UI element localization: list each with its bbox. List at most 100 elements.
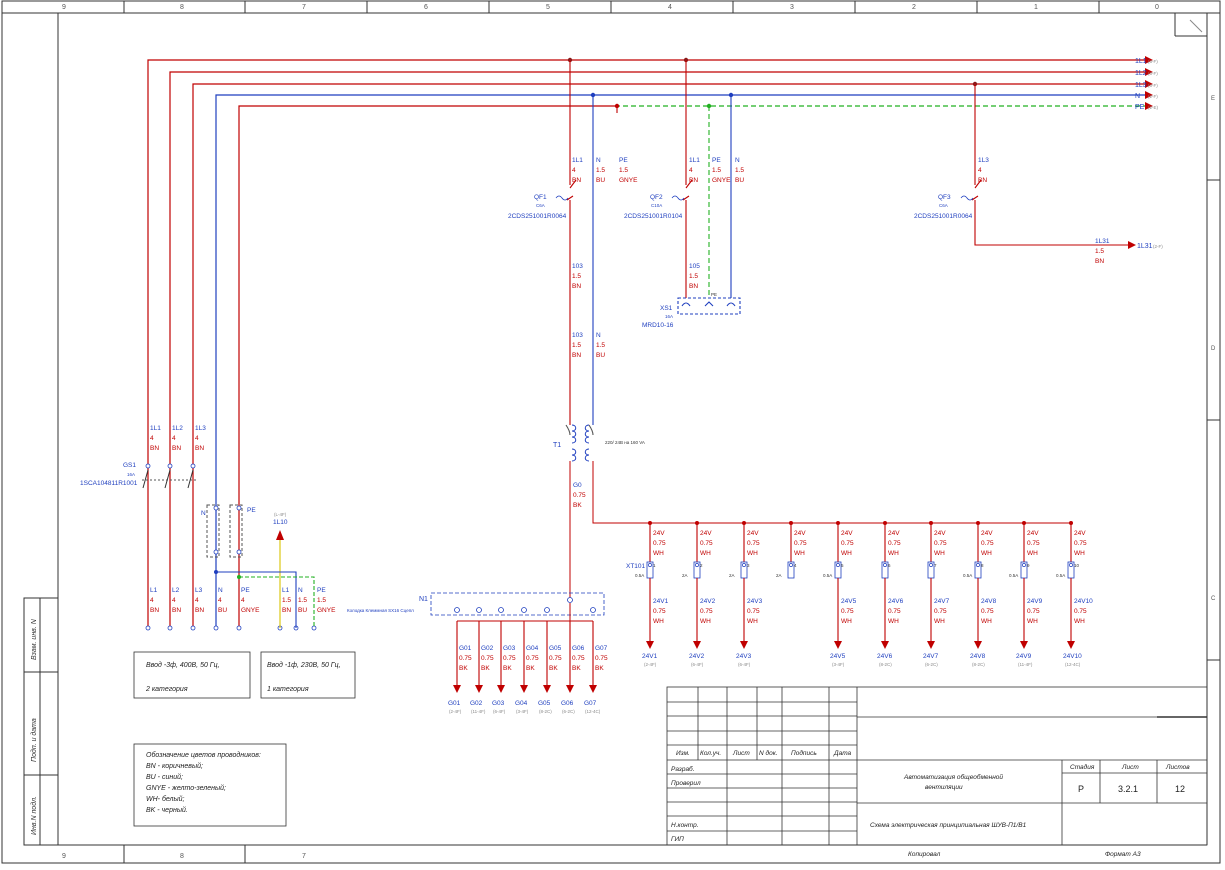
wire-label-name: N	[596, 332, 601, 339]
wire-label-color: WH	[1027, 618, 1038, 625]
tb-header: Лист	[732, 750, 750, 757]
wire-label-name: 24V3	[747, 598, 763, 605]
legend-line: BU - синий;	[146, 773, 183, 781]
v24-branch: 24V 0.75 WH 10 0.5A 24V10 0.75 WH 24V10 (12-4C)	[1056, 521, 1093, 667]
wire-label-size: 0.75	[459, 655, 472, 662]
wire-label-name: N	[218, 587, 223, 594]
output-arrow	[1067, 641, 1075, 649]
g-branch: G04 0.75 BK G04 (3-4F)	[515, 607, 539, 714]
device-rating: 16A	[665, 314, 673, 319]
legend-title: Обозначение цветов проводников:	[146, 751, 261, 759]
terminal-number: 2	[700, 563, 703, 568]
tb-role: Н.контр.	[671, 822, 699, 829]
wire-label-name: 24V8	[981, 598, 997, 605]
wire-label-size: 0.75	[1027, 608, 1040, 615]
output-ref: (8-2C)	[539, 709, 552, 714]
wire-label-size: 1.5	[317, 597, 326, 604]
output-label: 24V1	[642, 653, 658, 660]
wire-label-name: 24V	[794, 530, 806, 537]
terminal	[789, 563, 793, 567]
wire-label-size: 0.75	[1027, 540, 1040, 547]
wire-label-name: 24V	[747, 530, 759, 537]
wire-label-color: BN	[689, 283, 698, 290]
output-ref: (12-4C)	[1065, 662, 1081, 667]
drawing-frame	[1, 0, 1221, 864]
output-arrow	[927, 641, 935, 649]
wire-label-name: L1	[150, 587, 158, 594]
tb-header: Изм.	[676, 750, 690, 757]
device-rating: 16A	[127, 472, 135, 477]
wire-label-name: 1L3	[978, 157, 989, 164]
wire-label-size: 1.5	[596, 342, 605, 349]
wire-label-color: BK	[572, 665, 581, 672]
wire-label-color: BN	[978, 177, 987, 184]
fuse-rating: 0.5A	[823, 573, 832, 578]
frame-letter: C	[1211, 596, 1216, 602]
legend-line: GNYE - желто-зеленый;	[146, 784, 226, 792]
wire-label-color: WH	[1027, 550, 1038, 557]
wire-label-name: 24V	[653, 530, 665, 537]
g0-labels: G0 0.75 BK	[573, 482, 586, 509]
wire-label-color: BN	[172, 445, 181, 452]
tb-role: Разраб.	[671, 765, 695, 773]
output-arrow	[475, 685, 483, 693]
wire-label-color: BN	[572, 352, 581, 359]
wire-label-name: 24V	[981, 530, 993, 537]
wire-label-size: 4	[150, 597, 154, 604]
qf2-circuit	[677, 60, 741, 315]
device-tag: QF3	[938, 194, 951, 201]
wire-label-size: 0.75	[747, 608, 760, 615]
terminal-number: 6	[888, 563, 891, 568]
wire-label-name: G01	[459, 645, 472, 652]
wire-label-color: BN	[195, 607, 204, 614]
wire-label-color: BK	[503, 665, 512, 672]
v24-branch: 24V 0.75 WH 2 2A 24V2 0.75 WH 24V2 (6-4F)	[682, 521, 716, 667]
wire-label-size: 0.75	[503, 655, 516, 662]
output-label: 24V10	[1063, 653, 1082, 660]
bus-label: 1L2	[1135, 70, 1147, 77]
wire-label-size: 0.75	[747, 540, 760, 547]
output-ref: (6-4F)	[691, 662, 704, 667]
output-label: G05	[538, 700, 551, 707]
wire-label-color: BN	[282, 607, 291, 614]
wire-label-name: PE	[247, 507, 256, 514]
wire-label-size: 0.75	[549, 655, 562, 662]
wire-label-size: 0.75	[573, 492, 586, 499]
wire-label-color: WH	[888, 618, 899, 625]
frame-letter: D	[1211, 346, 1216, 352]
device-rating: C6A	[939, 203, 948, 208]
wire-label-name: PE	[317, 587, 326, 594]
frame-number: 8	[180, 4, 184, 11]
wire-label-size: 0.75	[526, 655, 539, 662]
output-label: 24V2	[689, 653, 705, 660]
tb-role: Проверил	[671, 780, 701, 787]
socket-pe: PE	[711, 292, 717, 297]
frame-number: 9	[62, 4, 66, 11]
terminal	[742, 563, 746, 567]
wire-label-color: GNYE	[241, 607, 260, 614]
wire-label-name: 24V1	[653, 598, 669, 605]
v24-branch: 24V 0.75 WH 4 2A	[776, 521, 807, 579]
terminal	[976, 563, 980, 567]
device-tag: QF2	[650, 194, 663, 201]
output-ref: (11-4F)	[1018, 662, 1033, 667]
wire-label-size: 0.75	[700, 608, 713, 615]
output-ref: (L-4F)	[274, 512, 287, 517]
wire-label-color: BN	[150, 445, 159, 452]
output-arrow	[589, 685, 597, 693]
wire-label-size: 4	[195, 597, 199, 604]
output-ref: (12-4C)	[585, 709, 601, 714]
terminal	[454, 607, 460, 613]
wire-label-size: 0.75	[653, 608, 666, 615]
bus-label: 1L3	[1135, 82, 1147, 89]
output-ref: (6-2C)	[562, 709, 575, 714]
tb-header: Кол.уч.	[700, 750, 721, 757]
wire-label-name: L1	[282, 587, 290, 594]
output-arrow	[566, 685, 574, 693]
title-block-text: Изм. Кол.уч. Лист N док. Подпись Дата Ра…	[671, 749, 1190, 858]
tb-sheets: 12	[1175, 784, 1185, 794]
wire-label-name: 24V	[841, 530, 853, 537]
terminal	[1022, 563, 1026, 567]
wire-label-color: WH	[747, 550, 758, 557]
tb-format: Формат А3	[1105, 851, 1141, 858]
